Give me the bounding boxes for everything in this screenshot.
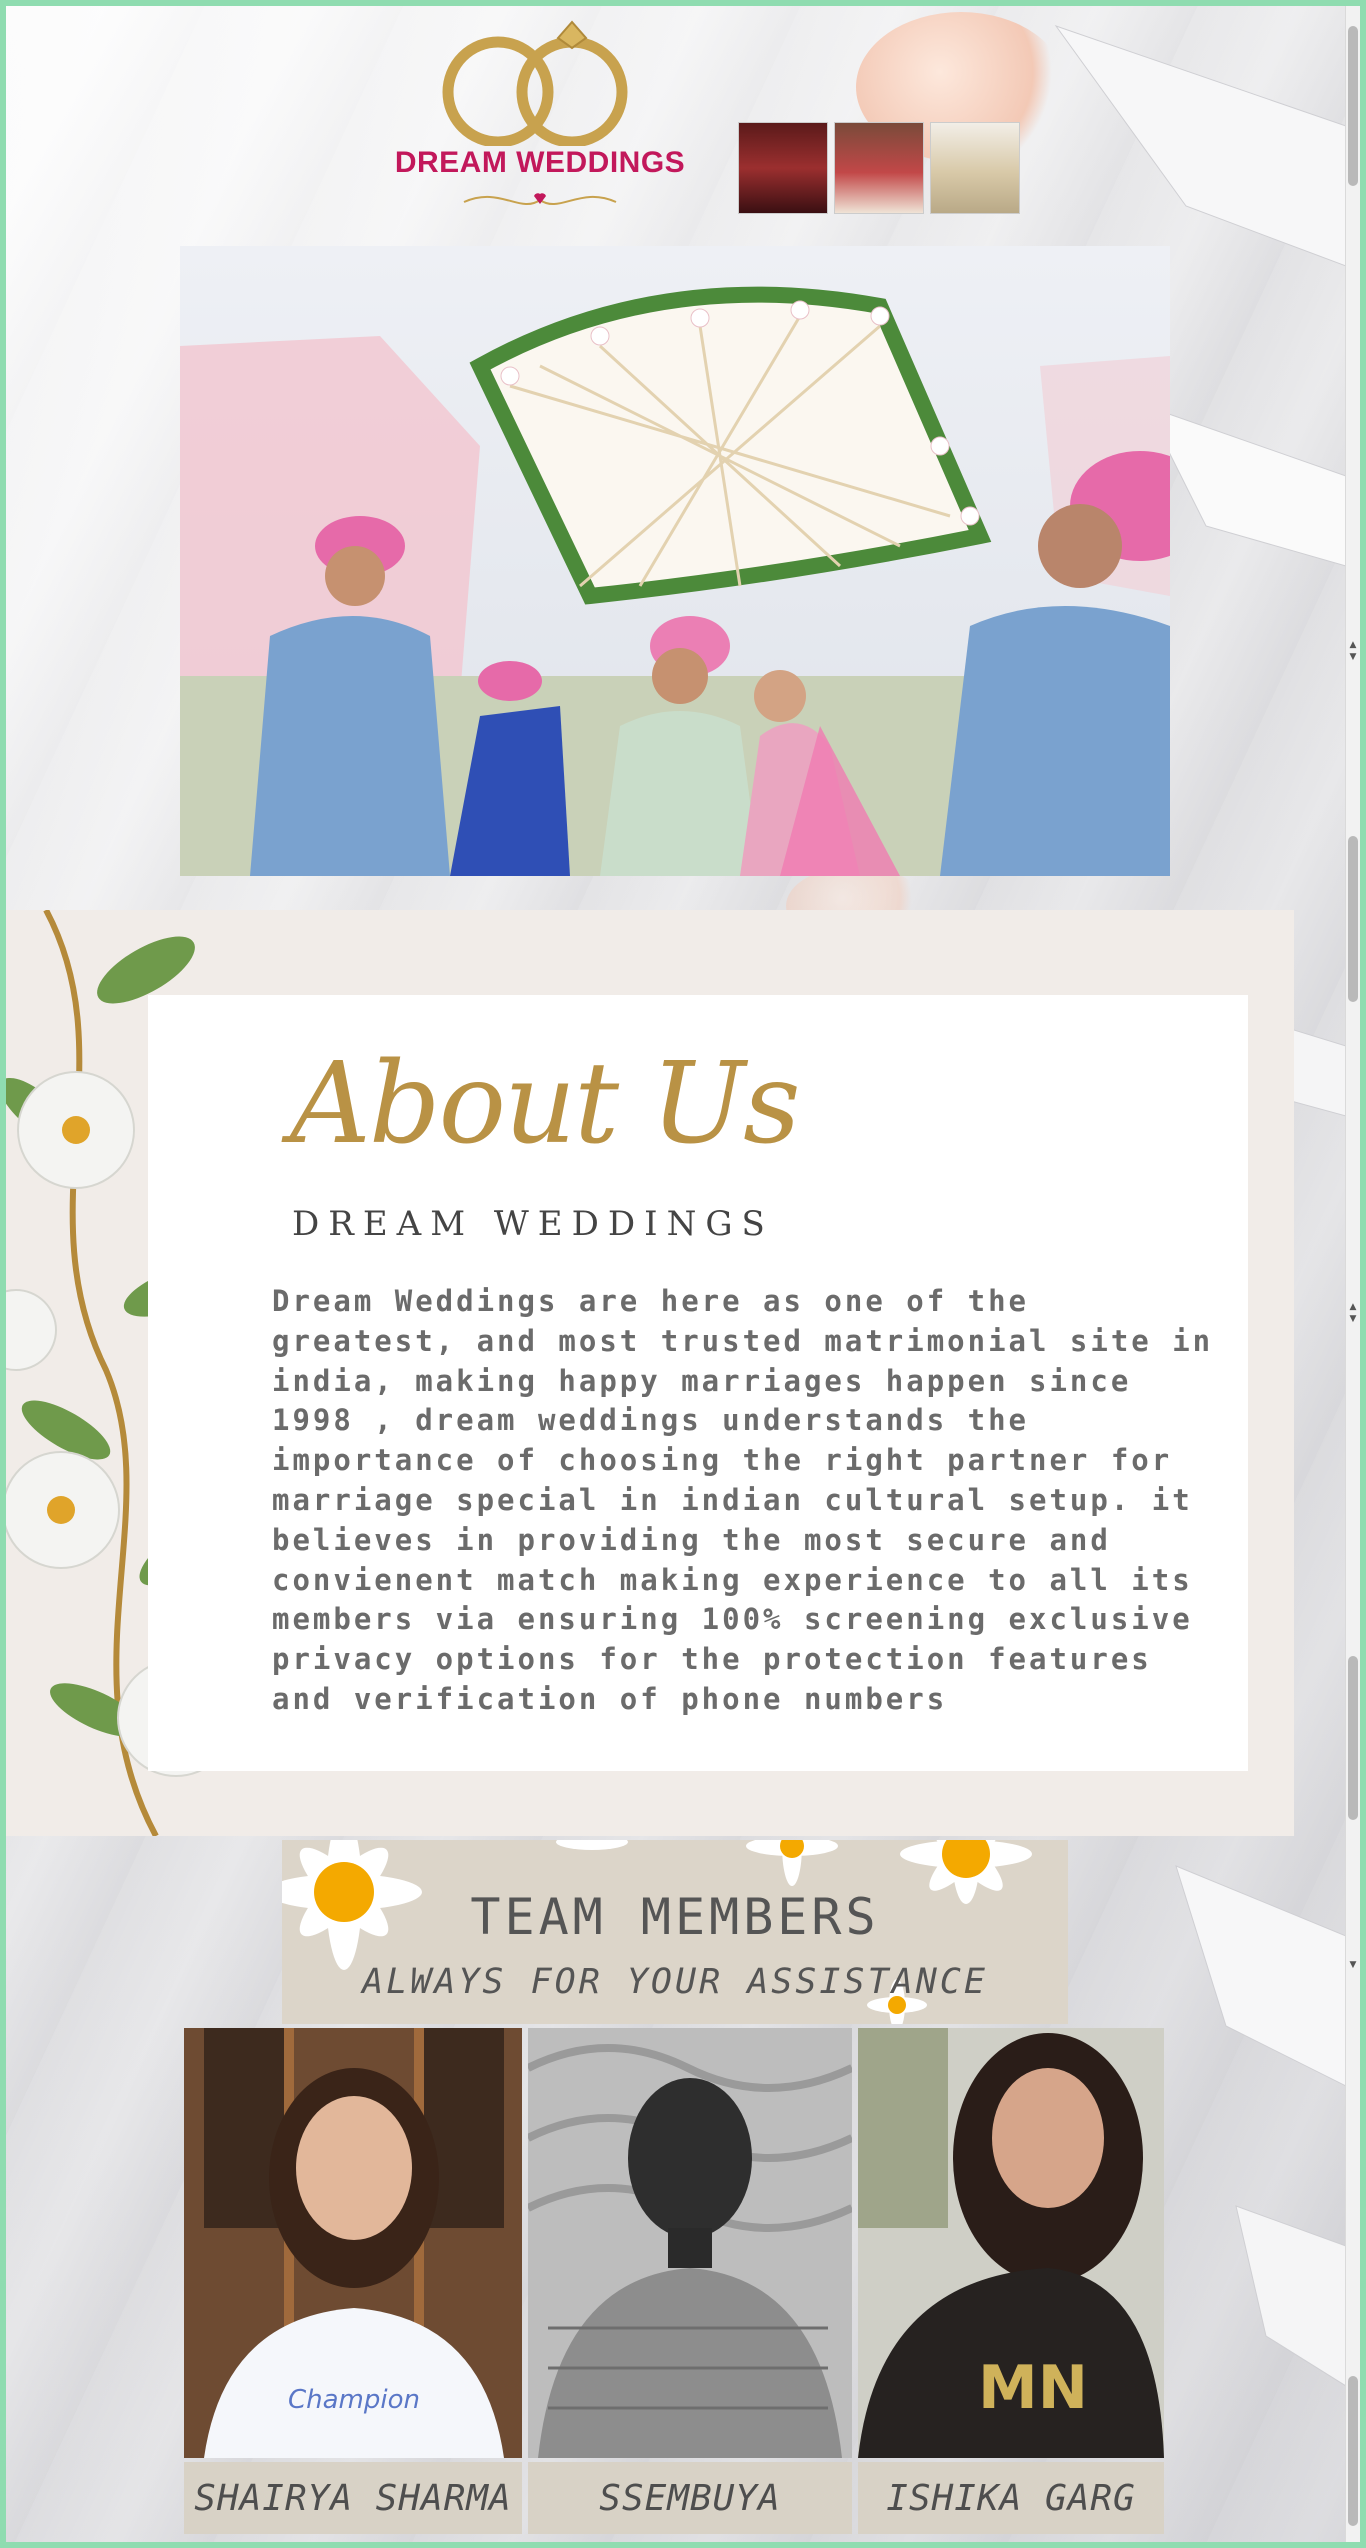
team-member-card: SSEMBUYA xyxy=(528,2028,852,2536)
scroll-down-icon[interactable]: ▼ xyxy=(1347,1960,1359,1970)
page-scrollbar[interactable]: ▲ ▼ ▲ ▼ ▼ xyxy=(1345,6,1360,2542)
scrollbar-thumb[interactable] xyxy=(1348,836,1358,1002)
hero-wedding-photo xyxy=(180,246,1170,876)
member-name-plate: SSEMBUYA xyxy=(528,2462,852,2534)
team-member-card: MN ISHIKA GARG xyxy=(858,2028,1164,2536)
team-tagline: ALWAYS FOR YOUR ASSISTANCE xyxy=(362,1962,988,2002)
gallery-thumbnails xyxy=(738,122,1020,214)
svg-text:MN: MN xyxy=(978,2353,1088,2423)
scrollbar-thumb[interactable] xyxy=(1348,1656,1358,1820)
scroll-up-icon[interactable]: ▲ xyxy=(1347,1302,1359,1312)
member-name: SSEMBUYA xyxy=(599,2477,781,2519)
brand-name: DREAM WEDDINGS xyxy=(394,146,686,179)
member-photo: Champion xyxy=(184,2028,522,2458)
scroll-down-icon[interactable]: ▼ xyxy=(1347,1314,1359,1324)
gallery-thumbnail[interactable] xyxy=(930,122,1020,214)
ornament-flourish-icon xyxy=(463,193,617,206)
gallery-thumbnail[interactable] xyxy=(738,122,828,214)
scroll-down-icon[interactable]: ▼ xyxy=(1347,652,1359,662)
member-name: ISHIKA GARG xyxy=(886,2477,1136,2519)
team-title: TEAM MEMBERS xyxy=(470,1888,880,1946)
svg-text:Champion: Champion xyxy=(288,2385,420,2415)
scrollbar-thumb[interactable] xyxy=(1348,2376,1358,2526)
scroll-up-icon[interactable]: ▲ xyxy=(1347,640,1359,650)
brand-logo[interactable]: DREAM WEDDINGS xyxy=(368,16,712,216)
team-member-card: Champion SHAIRYA SHARMA xyxy=(184,2028,522,2536)
team-banner: TEAM MEMBERS ALWAYS FOR YOUR ASSISTANCE xyxy=(282,1840,1068,2024)
member-name-plate: ISHIKA GARG xyxy=(858,2462,1164,2534)
about-description: Dream Weddings are here as one of the gr… xyxy=(272,1284,1214,1716)
member-name: SHAIRYA SHARMA xyxy=(194,2477,512,2519)
scrollbar-thumb[interactable] xyxy=(1348,26,1358,186)
member-photo xyxy=(528,2028,852,2458)
member-name-plate: SHAIRYA SHARMA xyxy=(184,2462,522,2534)
member-photo: MN xyxy=(858,2028,1164,2458)
gallery-thumbnail[interactable] xyxy=(834,122,924,214)
about-subtitle: DREAM WEDDINGS xyxy=(292,1204,774,1244)
about-title: About Us xyxy=(290,1039,801,1169)
wedding-rings-icon xyxy=(442,20,628,148)
